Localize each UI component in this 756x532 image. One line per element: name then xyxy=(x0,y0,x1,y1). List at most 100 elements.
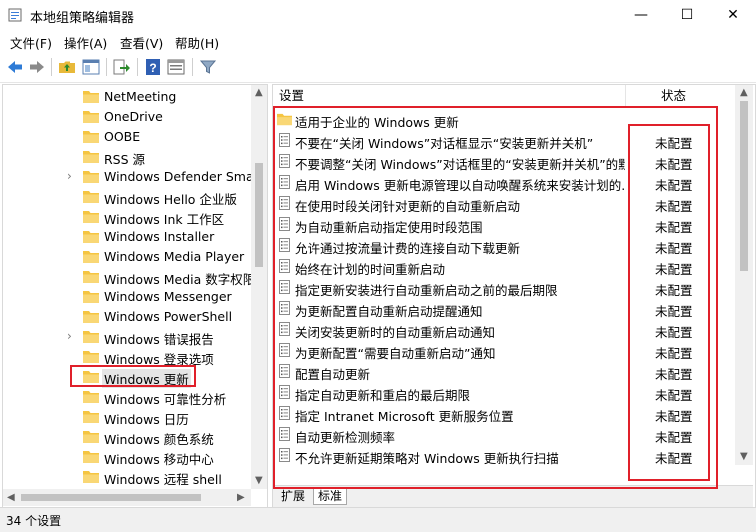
tree-item[interactable]: › Windows Defender Smar xyxy=(3,167,259,187)
folder-icon xyxy=(83,451,99,463)
toolbar-separator xyxy=(192,58,193,76)
folder-icon xyxy=(83,291,99,303)
svg-text:?: ? xyxy=(149,61,156,75)
folder-icon xyxy=(83,211,99,223)
list-vertical-scrollbar[interactable]: ▲ ▼ xyxy=(735,85,753,465)
scroll-right-arrow-icon[interactable]: ▶ xyxy=(237,492,245,503)
tree-item[interactable]: Windows 可靠性分析 xyxy=(3,387,251,407)
tree-item[interactable]: Windows Ink 工作区 xyxy=(3,207,251,227)
show-hide-tree-icon[interactable] xyxy=(82,58,100,76)
close-icon[interactable]: ✕ xyxy=(710,0,756,30)
menu-view[interactable]: 查看(V) xyxy=(120,33,163,52)
tree-item[interactable]: Windows 移动中心 xyxy=(3,447,251,467)
export-list-icon[interactable] xyxy=(112,58,130,76)
toolbar-separator xyxy=(51,58,52,76)
status-bar: 34 个设置 xyxy=(0,507,756,532)
folder-icon xyxy=(83,191,99,203)
folder-icon xyxy=(83,231,99,243)
column-header-setting[interactable]: 设置 xyxy=(279,85,304,107)
folder-icon xyxy=(83,91,99,103)
tree-item[interactable]: OOBE xyxy=(3,127,251,147)
minimize-icon[interactable]: — xyxy=(618,0,664,30)
tab-standard[interactable]: 标准 xyxy=(313,488,348,505)
tree-item[interactable]: Windows 日历 xyxy=(3,407,251,427)
tree-item[interactable]: Windows Media Player xyxy=(3,247,251,267)
tree-item-label: Windows 错误报告 xyxy=(104,332,214,347)
scroll-up-arrow-icon[interactable]: ▲ xyxy=(255,87,263,98)
tree-item[interactable]: Windows Media 数字权限 xyxy=(3,267,255,287)
up-folder-icon[interactable] xyxy=(58,58,76,76)
policy-editor-icon xyxy=(8,8,22,22)
scroll-thumb[interactable] xyxy=(740,101,748,271)
menu-help[interactable]: 帮助(H) xyxy=(175,33,219,52)
tree-item-label: RSS 源 xyxy=(104,152,146,167)
toolbar-separator xyxy=(137,58,138,76)
tree-item-label: Windows 颜色系统 xyxy=(104,432,214,447)
folder-icon xyxy=(83,431,99,443)
maximize-icon[interactable]: ☐ xyxy=(664,0,710,30)
scroll-down-arrow-icon[interactable]: ▼ xyxy=(255,475,263,486)
tree-item-label: OOBE xyxy=(104,129,141,144)
scroll-down-arrow-icon[interactable]: ▼ xyxy=(740,451,748,462)
tree-item-label: Windows Media Player xyxy=(104,249,245,264)
tree-item-label: OneDrive xyxy=(104,109,163,124)
expand-chevron-icon[interactable]: › xyxy=(67,169,77,183)
scroll-thumb[interactable] xyxy=(255,163,263,267)
menu-bar: 文件(F) 操作(A) 查看(V) 帮助(H) xyxy=(0,30,756,52)
tree-item-label: Windows PowerShell xyxy=(104,309,233,324)
properties-icon[interactable] xyxy=(167,58,185,76)
annotation-box-tree-selection xyxy=(70,365,196,387)
tree-item[interactable]: › Windows 错误报告 xyxy=(3,327,251,347)
folder-icon xyxy=(83,331,99,343)
tree-item-label: NetMeeting xyxy=(104,89,177,104)
folder-icon xyxy=(83,251,99,263)
tree-item[interactable]: Windows 颜色系统 xyxy=(3,427,251,447)
tree-item-label: Windows 远程 shell xyxy=(104,472,222,487)
tree-horizontal-scrollbar[interactable]: ◀ ▶ xyxy=(3,489,251,506)
folder-icon xyxy=(83,111,99,123)
tree-item[interactable]: Windows 远程 shell xyxy=(3,467,251,487)
tree-item[interactable]: Windows Hello 企业版 xyxy=(3,187,251,207)
tree-item-label: Windows 日历 xyxy=(104,412,189,427)
column-header-state[interactable]: 状态 xyxy=(661,85,686,107)
status-text: 34 个设置 xyxy=(6,514,62,528)
tree-item[interactable]: NetMeeting xyxy=(3,87,251,107)
annotation-box-state-column xyxy=(628,124,710,481)
tab-extended[interactable]: 扩展 xyxy=(277,488,309,504)
forward-arrow-icon[interactable] xyxy=(28,58,46,76)
folder-icon xyxy=(83,351,99,363)
folder-icon xyxy=(83,271,99,283)
tree-item-label: Windows 移动中心 xyxy=(104,452,214,467)
tree-item[interactable]: Windows Installer xyxy=(3,227,251,247)
folder-icon xyxy=(83,411,99,423)
menu-file[interactable]: 文件(F) xyxy=(10,33,52,52)
tree-item-label: Windows Installer xyxy=(104,229,215,244)
folder-icon xyxy=(83,391,99,403)
tree-item[interactable]: Windows Messenger xyxy=(3,287,251,307)
tree-item-label: Windows Defender Smar xyxy=(104,169,259,184)
folder-icon xyxy=(83,311,99,323)
tree-item[interactable]: RSS 源 xyxy=(3,147,251,167)
tree-item-label: Windows Hello 企业版 xyxy=(104,192,237,207)
help-icon[interactable]: ? xyxy=(144,58,162,76)
tree-vertical-scrollbar[interactable]: ▲ ▼ xyxy=(251,85,267,489)
expand-chevron-icon[interactable]: › xyxy=(67,329,77,343)
back-arrow-icon[interactable] xyxy=(6,58,24,76)
scroll-up-arrow-icon[interactable]: ▲ xyxy=(740,87,748,98)
scroll-thumb[interactable] xyxy=(21,494,201,501)
title-bar: 本地组策略编辑器 — ☐ ✕ xyxy=(0,0,756,30)
tree-pane: NetMeeting OneDrive OOBE RSS 源 › Windows Defe… xyxy=(2,84,268,508)
scroll-left-arrow-icon[interactable]: ◀ xyxy=(7,492,15,503)
tree-item-label: Windows Messenger xyxy=(104,289,232,304)
folder-icon xyxy=(83,151,99,163)
folder-icon xyxy=(83,471,99,483)
tree-item[interactable]: Windows PowerShell xyxy=(3,307,251,327)
tree-item[interactable]: OneDrive xyxy=(3,107,251,127)
toolbar-separator xyxy=(106,58,107,76)
column-divider[interactable] xyxy=(625,85,626,107)
folder-icon xyxy=(83,131,99,143)
tree-item-label: Windows Ink 工作区 xyxy=(104,212,225,227)
menu-action[interactable]: 操作(A) xyxy=(64,33,107,52)
filter-icon[interactable] xyxy=(199,58,217,76)
tree-item[interactable]: Windows 登录选项 xyxy=(3,347,251,367)
